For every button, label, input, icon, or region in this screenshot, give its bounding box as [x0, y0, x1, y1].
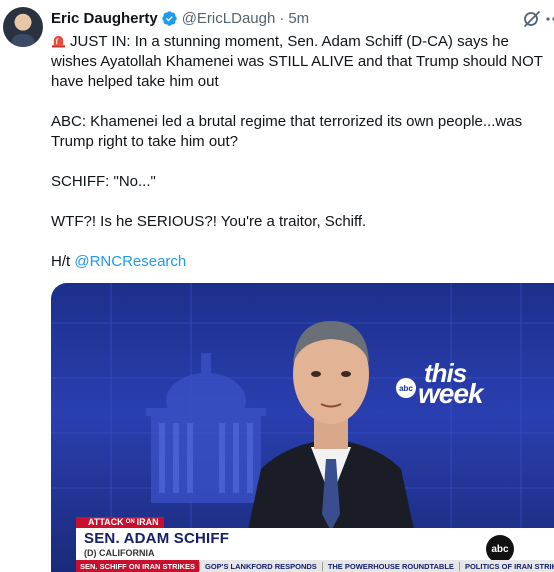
- speaker-figure: [246, 321, 416, 539]
- more-options-icon[interactable]: [543, 12, 554, 26]
- tag-prefix: ATTACK: [88, 517, 124, 527]
- show-logo: abc this week: [396, 358, 506, 410]
- mention-link[interactable]: @RNCResearch: [74, 253, 186, 270]
- lower-third-subtitle: (D) CALIFORNIA: [84, 548, 155, 558]
- verified-badge-icon: [161, 10, 177, 26]
- ticker-item: THE POWERHOUSE ROUNDTABLE: [321, 561, 459, 571]
- grok-icon[interactable]: [522, 9, 542, 29]
- tweet-body: JUST IN: In a stunning moment, Sen. Adam…: [51, 32, 554, 292]
- hat-tip-label: H/t: [51, 253, 75, 270]
- news-ticker: SEN. SCHIFF ON IRAN STRIKES GOP'S LANKFO…: [76, 560, 554, 572]
- lower-third-name: SEN. ADAM SCHIFF: [84, 530, 230, 547]
- ticker-item: POLITICS OF IRAN STRIKES: [458, 561, 554, 571]
- lower-third: ATTACK ON IRAN SEN. ADAM SCHIFF (D) CALI…: [76, 517, 554, 572]
- author-avatar[interactable]: [3, 7, 43, 47]
- tweet-paragraph: H/t @RNCResearch: [51, 252, 554, 272]
- nameplate: SEN. ADAM SCHIFF (D) CALIFORNIA abc: [76, 528, 554, 563]
- tweet-paragraph: SCHIFF: "No...": [51, 173, 156, 190]
- tag-small: ON: [125, 519, 135, 525]
- attack-on-iran-tag: ATTACK ON IRAN: [76, 517, 164, 528]
- author-handle[interactable]: @EricLDaugh: [182, 10, 276, 27]
- tweet-paragraph: JUST IN: In a stunning moment, Sen. Adam…: [51, 32, 554, 92]
- abc-network-badge: abc: [486, 535, 514, 563]
- tweet-header: Eric Daugherty @EricLDaugh · 5m: [51, 8, 309, 28]
- ticker-item: SEN. SCHIFF ON IRAN STRIKES: [76, 560, 200, 572]
- video-media[interactable]: abc this week ATTACK ON IRAN SEN. ADAM S…: [51, 283, 554, 572]
- tweet-text-line: JUST IN: In a stunning moment, Sen. Adam…: [51, 33, 547, 90]
- show-logo-week: week: [418, 378, 483, 409]
- ticker-item: GOP'S LANKFORD RESPONDS: [199, 561, 322, 571]
- separator-dot: ·: [279, 9, 285, 27]
- author-name[interactable]: Eric Daugherty: [51, 10, 158, 27]
- abc-logo-small: abc: [396, 378, 416, 398]
- rotating-light-icon: [51, 35, 66, 48]
- tweet-paragraph: WTF?! Is he SERIOUS?! You're a traitor, …: [51, 213, 367, 230]
- tweet-paragraph: ABC: Khamenei led a brutal regime that t…: [51, 113, 526, 150]
- tweet-timestamp[interactable]: 5m: [288, 10, 309, 27]
- tag-suffix: IRAN: [136, 517, 159, 527]
